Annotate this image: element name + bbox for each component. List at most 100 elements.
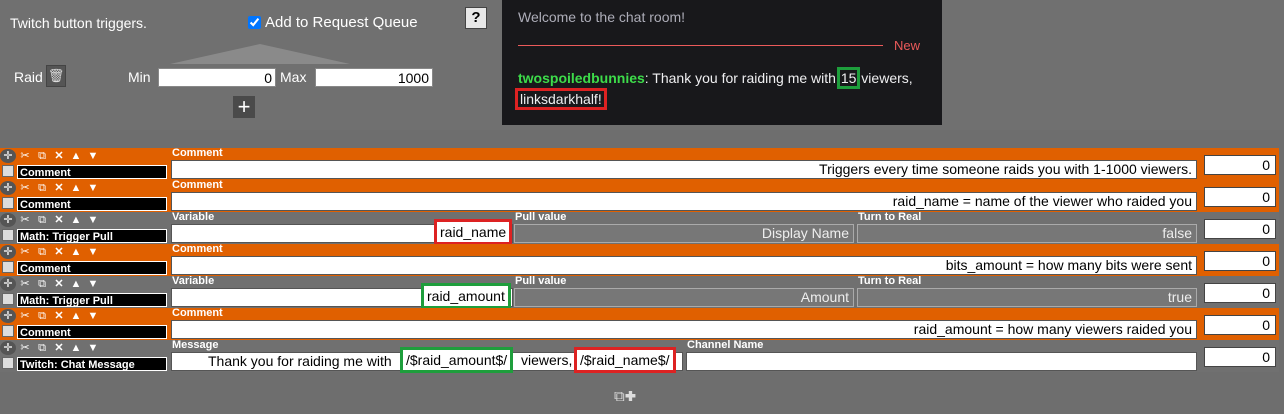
add-icon[interactable]: ✛	[0, 277, 16, 291]
chat-text-a: : Thank you for raiding me with	[644, 70, 840, 86]
add-action-icon[interactable]: ✚	[625, 388, 636, 405]
action-type: Comment	[17, 197, 167, 211]
delay-input[interactable]: 0	[1204, 187, 1276, 207]
add-icon[interactable]: ✛	[0, 341, 16, 355]
move-up-icon[interactable]: ▲	[68, 341, 84, 355]
row-checkbox[interactable]	[2, 293, 14, 305]
comment-field[interactable]: raid_name = name of the viewer who raide…	[171, 192, 1197, 211]
message-amount-variable[interactable]: /$raid_amount$/	[400, 347, 514, 373]
delay-input[interactable]: 0	[1204, 155, 1276, 175]
row-checkbox[interactable]	[2, 229, 14, 241]
cut-icon[interactable]: ✂	[17, 149, 33, 163]
row-checkbox[interactable]	[2, 357, 14, 369]
field-label: Comment	[172, 147, 223, 159]
move-up-icon[interactable]: ▲	[68, 181, 84, 195]
add-icon[interactable]: ✛	[0, 213, 16, 227]
message-name-variable[interactable]: /$raid_name$/	[574, 347, 676, 373]
action-row: ✛ ✂ ⧉ ✕ ▲ ▼ Comment Comment raid_amount = how…	[0, 307, 1284, 340]
move-down-icon[interactable]: ▼	[85, 309, 101, 323]
add-icon[interactable]: ✛	[0, 181, 16, 195]
max-input[interactable]	[315, 68, 433, 87]
cut-icon[interactable]: ✂	[17, 245, 33, 259]
delay-input[interactable]: 0	[1204, 219, 1276, 239]
action-row: ✛ ✂ ⧉ ✕ ▲ ▼ Twitch: Chat Message Message Than…	[0, 339, 1284, 373]
message-text-a: Thank you for raiding me with	[208, 353, 392, 369]
move-up-icon[interactable]: ▲	[68, 277, 84, 291]
action-row: ✛ ✂ ⧉ ✕ ▲ ▼ Math: Trigger Pull Variable raid_…	[0, 211, 1284, 245]
delete-icon[interactable]: ✕	[51, 213, 67, 227]
copy-icon[interactable]: ⧉	[34, 213, 50, 227]
move-down-icon[interactable]: ▼	[85, 245, 101, 259]
pull-value-field[interactable]: Display Name	[514, 224, 854, 243]
delete-icon[interactable]: ✕	[51, 181, 67, 195]
min-input[interactable]	[158, 68, 276, 87]
comment-field[interactable]: raid_amount = how many viewers raided yo…	[171, 320, 1197, 339]
delay-input[interactable]: 0	[1204, 251, 1276, 271]
add-icon[interactable]: ✛	[0, 245, 16, 259]
trash-icon[interactable]: 🗑	[46, 65, 66, 87]
delete-icon[interactable]: ✕	[51, 149, 67, 163]
cut-icon[interactable]: ✂	[17, 181, 33, 195]
add-icon[interactable]: ✛	[0, 149, 16, 163]
delay-input[interactable]: 0	[1204, 315, 1276, 335]
request-queue-toggle[interactable]: Add to Request Queue	[248, 14, 418, 31]
add-icon[interactable]: ✛	[0, 309, 16, 323]
request-queue-checkbox[interactable]	[248, 16, 261, 29]
cut-icon[interactable]: ✂	[17, 309, 33, 323]
chat-raider: linksdarkhalf!	[515, 88, 607, 110]
field-label: Channel Name	[687, 339, 764, 351]
add-trigger-button[interactable]: +	[233, 96, 255, 118]
turn-to-real-field[interactable]: true	[857, 288, 1197, 307]
paste-icon[interactable]: ⧉	[614, 388, 625, 405]
field-label: Message	[172, 339, 219, 351]
turn-to-real-field[interactable]: false	[857, 224, 1197, 243]
move-down-icon[interactable]: ▼	[85, 277, 101, 291]
move-down-icon[interactable]: ▼	[85, 149, 101, 163]
new-label: New	[894, 38, 921, 53]
chat-preview: Welcome to the chat room! New twospoiled…	[502, 0, 942, 125]
min-label: Min	[128, 69, 151, 85]
pull-value-field[interactable]: Amount	[514, 288, 854, 307]
action-type: Comment	[17, 325, 167, 339]
delay-input[interactable]: 0	[1204, 283, 1276, 303]
cut-icon[interactable]: ✂	[17, 277, 33, 291]
copy-icon[interactable]: ⧉	[34, 181, 50, 195]
field-label: Pull value	[515, 275, 567, 287]
row-checkbox[interactable]	[2, 261, 14, 273]
cut-icon[interactable]: ✂	[17, 341, 33, 355]
help-button[interactable]: ?	[465, 7, 487, 29]
action-type: Comment	[17, 261, 167, 275]
comment-field[interactable]: Triggers every time someone raids you wi…	[171, 160, 1197, 179]
comment-field[interactable]: bits_amount = how many bits were sent	[171, 256, 1197, 275]
row-checkbox[interactable]	[2, 325, 14, 337]
delete-icon[interactable]: ✕	[51, 277, 67, 291]
move-up-icon[interactable]: ▲	[68, 309, 84, 323]
field-label: Variable	[172, 275, 215, 287]
cut-icon[interactable]: ✂	[17, 213, 33, 227]
collapse-arrow-icon[interactable]	[170, 44, 350, 64]
chat-message: twospoiledbunnies: Thank you for raiding…	[515, 67, 928, 110]
delete-icon[interactable]: ✕	[51, 245, 67, 259]
move-up-icon[interactable]: ▲	[68, 149, 84, 163]
row-checkbox[interactable]	[2, 197, 14, 209]
channel-name-field[interactable]	[686, 352, 1197, 371]
move-down-icon[interactable]: ▼	[85, 213, 101, 227]
copy-icon[interactable]: ⧉	[34, 309, 50, 323]
delete-icon[interactable]: ✕	[51, 309, 67, 323]
copy-icon[interactable]: ⧉	[34, 341, 50, 355]
delete-icon[interactable]: ✕	[51, 341, 67, 355]
move-down-icon[interactable]: ▼	[85, 181, 101, 195]
action-type: Twitch: Chat Message	[17, 357, 167, 371]
copy-icon[interactable]: ⧉	[34, 277, 50, 291]
move-down-icon[interactable]: ▼	[85, 341, 101, 355]
copy-icon[interactable]: ⧉	[34, 149, 50, 163]
delay-input[interactable]: 0	[1204, 347, 1276, 367]
variable-value[interactable]: raid_name	[434, 219, 513, 245]
move-up-icon[interactable]: ▲	[68, 213, 84, 227]
variable-value[interactable]: raid_amount	[421, 283, 511, 309]
action-type: Comment	[17, 165, 167, 179]
copy-icon[interactable]: ⧉	[34, 245, 50, 259]
row-checkbox[interactable]	[2, 165, 14, 177]
move-up-icon[interactable]: ▲	[68, 245, 84, 259]
action-row: ✛ ✂ ⧉ ✕ ▲ ▼ Comment Comment Triggers every ti…	[0, 147, 1284, 180]
